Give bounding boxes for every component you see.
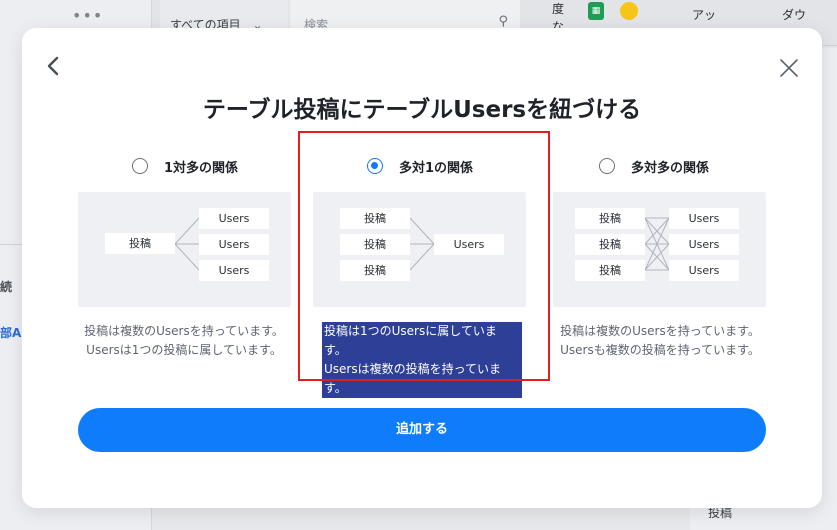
diagram-box-users: Users (199, 260, 269, 281)
option-label: 多対多の関係 (631, 160, 710, 176)
diagram-box-users: Users (669, 234, 739, 255)
option-one-to-many[interactable]: 1対多の関係 (132, 155, 238, 177)
option-many-to-one[interactable]: 多対1の関係 (367, 155, 473, 177)
search-icon: ⚲ (498, 14, 508, 29)
more-icon[interactable]: ••• (72, 6, 103, 25)
diagram-box-users: Users (434, 234, 504, 255)
back-button[interactable] (42, 52, 66, 80)
description-line: Usersは複数の投稿を持っています。 (322, 360, 522, 398)
close-button[interactable] (778, 57, 800, 79)
option-description-selected: 投稿は1つのUsersに属しています。 Usersは複数の投稿を持っています。 (322, 322, 522, 398)
option-label: 1対多の関係 (164, 160, 239, 176)
diagram-box-users: Users (669, 208, 739, 229)
radio-many-to-many[interactable] (599, 158, 615, 174)
description-line: 投稿は複数のUsersを持っています。 (84, 324, 284, 338)
link-table-dialog: テーブル投稿にテーブルUsersを紐づける 1対多の関係 投稿 Users Us… (22, 28, 822, 508)
app-button[interactable]: アッ (692, 6, 716, 23)
option-many-to-many[interactable]: 多対多の関係 (599, 155, 709, 177)
diagram-box-post: 投稿 (105, 233, 175, 254)
spreadsheet-icon[interactable]: ▦ (588, 2, 604, 20)
diagram-box-post: 投稿 (575, 260, 645, 281)
description-line: 投稿は複数のUsersを持っています。 (560, 324, 760, 338)
diagram-box-post: 投稿 (340, 260, 410, 281)
chevron-left-icon (47, 56, 59, 76)
diagram-one-to-many[interactable]: 投稿 Users Users Users (78, 192, 291, 307)
radio-many-to-one[interactable] (367, 158, 383, 174)
sidebar-label: 続 (0, 280, 13, 294)
diagram-box-post: 投稿 (340, 208, 410, 229)
dialog-title: テーブル投稿にテーブルUsersを紐づける (202, 97, 642, 123)
description-line: Usersは1つの投稿に属しています。 (86, 343, 282, 357)
radio-one-to-many[interactable] (132, 158, 148, 174)
description-line: Usersも複数の投稿を持っています。 (560, 343, 760, 357)
diagram-box-users: Users (199, 234, 269, 255)
diagram-many-to-many[interactable]: 投稿 投稿 投稿 Users Users Users (553, 192, 766, 307)
diagram-box-users: Users (669, 260, 739, 281)
close-icon (780, 59, 798, 77)
option-description: 投稿は複数のUsersを持っています。 Usersも複数の投稿を持っています。 (540, 322, 780, 360)
option-description: 投稿は複数のUsersを持っています。 Usersは1つの投稿に属しています。 (64, 322, 304, 360)
diagram-box-post: 投稿 (340, 234, 410, 255)
option-label: 多対1の関係 (399, 160, 474, 176)
diagram-box-post: 投稿 (575, 234, 645, 255)
download-button[interactable]: ダウ (782, 6, 806, 23)
sidebar-divider (0, 244, 22, 245)
diagram-box-users: Users (199, 208, 269, 229)
diagram-box-post: 投稿 (575, 208, 645, 229)
add-button[interactable]: 追加する (78, 408, 766, 452)
diagram-many-to-one[interactable]: 投稿 投稿 投稿 Users (313, 192, 526, 307)
description-line: 投稿は1つのUsersに属しています。 (322, 322, 522, 360)
coin-icon[interactable] (620, 2, 638, 20)
